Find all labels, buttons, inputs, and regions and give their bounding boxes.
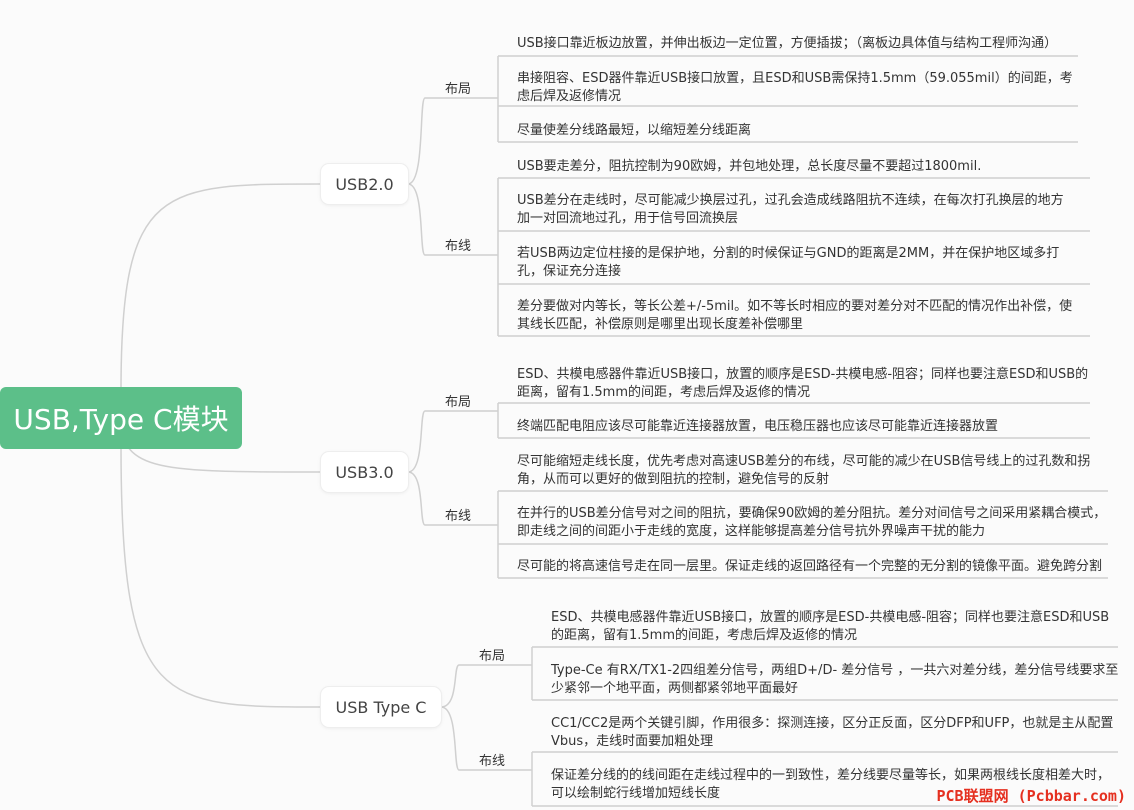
leaf-item-line: 若USB两边定位柱接的是保护地，分割的时候保证与GND的距离是2MM，并在保护地… — [517, 246, 1060, 261]
connector-line — [407, 410, 497, 473]
leaf-item-line: 终端匹配电阻应该尽可能靠近连接器放置，电压稳压器也应该尽可能靠近连接器放置 — [517, 419, 999, 434]
leaf-item-0-0-0[interactable]: USB接口靠近板边放置，并伸出板边一定位置，方便插拔；（离板边具体值与结构工程师… — [517, 35, 1057, 53]
connector-line — [440, 664, 531, 708]
leaf-item-line: 其线长匹配，补偿原则是哪里出现长度差补偿哪里 — [517, 317, 804, 332]
group-label-2-0[interactable]: 布局 — [479, 645, 505, 664]
leaf-item-line: 距离，留有1.5mm的间距，考虑后焊及返修的情况 — [517, 385, 811, 400]
leaf-item-line: 尽可能缩短走线长度，优先考虑对高速USB差分的布线，尽可能的减少在USB信号线上… — [517, 454, 1091, 469]
leaf-item-line: 加一对回流地过孔，用于信号回流换层 — [517, 211, 739, 226]
branch-topic-label: USB Type C — [335, 697, 427, 717]
branch-topic-1[interactable]: USB3.0 — [321, 452, 408, 492]
leaf-item-1-0-1[interactable]: 终端匹配电阻应该尽可能靠近连接器放置，电压稳压器也应该尽可能靠近连接器放置 — [517, 418, 998, 436]
leaf-item-line: 差分要做对内等长，等长公差+/-5mil。如不等长时相应的要对差分对不匹配的情况… — [517, 299, 1073, 314]
leaf-item-0-1-0[interactable]: USB要走差分，阻抗控制为90欧姆，并包地处理，总长度尽量不要超过1800mil… — [517, 158, 981, 176]
leaf-item-line: ESD、共模电感器件靠近USB接口，放置的顺序是ESD-共模电感-阻容；同样也要… — [517, 367, 1089, 382]
leaf-item-line: 少紧邻一个地平面，两侧都紧邻地平面最好 — [551, 681, 799, 696]
leaf-item-line: 尽可能的将高速信号走在同一层里。保证走线的返回路径有一个完整的无分割的镜像平面。… — [517, 559, 1103, 574]
group-label-0-1[interactable]: 布线 — [445, 235, 471, 254]
leaf-item-line: 在并行的USB差分信号对之间的阻抗，要确保90欧姆的差分阻抗。差分对间信号之间采… — [517, 506, 1107, 521]
leaf-item-1-1-2[interactable]: 尽可能的将高速信号走在同一层里。保证走线的返回路径有一个完整的无分割的镜像平面。… — [517, 558, 1102, 576]
leaf-item-1-1-0[interactable]: 尽可能缩短走线长度，优先考虑对高速USB差分的布线，尽可能的减少在USB信号线上… — [517, 453, 1090, 489]
leaf-item-2-0-1[interactable]: Type-Ce 有RX/TX1-2四组差分信号，两组D+/D- 差分信号 ，一共… — [551, 662, 1118, 698]
leaf-item-line: Vbus，走线时面要加粗处理 — [551, 734, 714, 749]
branch-topic-0[interactable]: USB2.0 — [321, 164, 408, 204]
root-topic[interactable]: USB,Type C模块 — [0, 387, 242, 449]
leaf-item-0-1-2[interactable]: 若USB两边定位柱接的是保护地，分割的时候保证与GND的距离是2MM，并在保护地… — [517, 245, 1059, 281]
leaf-item-line: CC1/CC2是两个关键引脚，作用很多：探测连接，区分正反面，区分DFP和UFP… — [551, 716, 1114, 731]
leaf-item-line: USB要走差分，阻抗控制为90欧姆，并包地处理，总长度尽量不要超过1800mil… — [517, 159, 982, 174]
leaf-item-0-1-3[interactable]: 差分要做对内等长，等长公差+/-5mil。如不等长时相应的要对差分对不匹配的情况… — [517, 298, 1072, 334]
leaf-item-line: USB接口靠近板边放置，并伸出板边一定位置，方便插拔；（离板边具体值与结构工程师… — [517, 36, 1058, 51]
group-label-1-1[interactable]: 布线 — [445, 505, 471, 524]
leaf-item-line: 的距离，留有1.5mm的间距，考虑后焊及返修的情况 — [551, 628, 858, 643]
leaf-item-line: ESD、共模电感器件靠近USB接口，放置的顺序是ESD-共模电感-阻容；同样也要… — [551, 610, 1110, 625]
connector-line — [120, 183, 322, 391]
branch-topic-2[interactable]: USB Type C — [321, 687, 441, 727]
leaf-item-line: 孔，保证充分连接 — [517, 264, 622, 279]
root-topic-label: USB,Type C模块 — [13, 403, 229, 436]
leaf-item-2-0-0[interactable]: ESD、共模电感器件靠近USB接口，放置的顺序是ESD-共模电感-阻容；同样也要… — [551, 609, 1109, 645]
watermark: PCB联盟网 (Pcbbar.com) — [936, 787, 1127, 805]
mindmap-canvas: USB,Type C模块 USB2.0 布局 USB接口靠近板边放置，并伸出板边一定… — [0, 0, 1134, 810]
leaf-item-line: Type-Ce 有RX/TX1-2四组差分信号，两组D+/D- 差分信号 ，一共… — [551, 663, 1119, 678]
leaf-item-0-0-1[interactable]: 串接阻容、ESD器件靠近USB接口放置，且ESD和USB需保持1.5mm（59.… — [517, 70, 1073, 106]
group-label-1-0[interactable]: 布局 — [445, 391, 471, 410]
leaf-item-0-1-1[interactable]: USB差分在走线时，尽可能减少换层过孔，过孔会造成线路阻抗不连续，在每次打孔换层… — [517, 192, 1064, 228]
leaf-item-2-1-0[interactable]: CC1/CC2是两个关键引脚，作用很多：探测连接，区分正反面，区分DFP和UFP… — [551, 715, 1113, 751]
leaf-item-line: 尽量使差分线路最短，以缩短差分线距离 — [517, 123, 752, 138]
group-label-0-0[interactable]: 布局 — [445, 78, 471, 97]
leaf-item-line: 角，从而可以更好的做到阻抗的控制，避免信号的反射 — [517, 472, 830, 487]
connector-line — [407, 97, 497, 185]
leaf-item-line: 即走线之间的间距小于走线的宽度，这样能够提高差分信号抗外界噪声干扰的能力 — [517, 524, 986, 539]
leaf-item-line: USB差分在走线时，尽可能减少换层过孔，过孔会造成线路阻抗不连续，在每次打孔换层… — [517, 193, 1064, 208]
leaf-item-line: 串接阻容、ESD器件靠近USB接口放置，且ESD和USB需保持1.5mm（59.… — [517, 71, 1073, 86]
leaf-item-line: 虑后焊及返修情况 — [517, 89, 622, 104]
leaf-item-line: 保证差分线的的线间距在走线过程中的一到致性，差分线要尽量等长，如果两根线长度相差… — [551, 768, 1111, 783]
leaf-item-1-0-0[interactable]: ESD、共模电感器件靠近USB接口，放置的顺序是ESD-共模电感-阻容；同样也要… — [517, 366, 1088, 402]
leaf-item-0-0-2[interactable]: 尽量使差分线路最短，以缩短差分线距离 — [517, 122, 751, 140]
group-label-2-1[interactable]: 布线 — [479, 750, 505, 769]
connector-line — [120, 445, 322, 708]
leaf-item-1-1-1[interactable]: 在并行的USB差分信号对之间的阻抗，要确保90欧姆的差分阻抗。差分对间信号之间采… — [517, 505, 1106, 541]
branch-topic-label: USB3.0 — [335, 462, 394, 482]
branch-topic-label: USB2.0 — [335, 174, 394, 194]
